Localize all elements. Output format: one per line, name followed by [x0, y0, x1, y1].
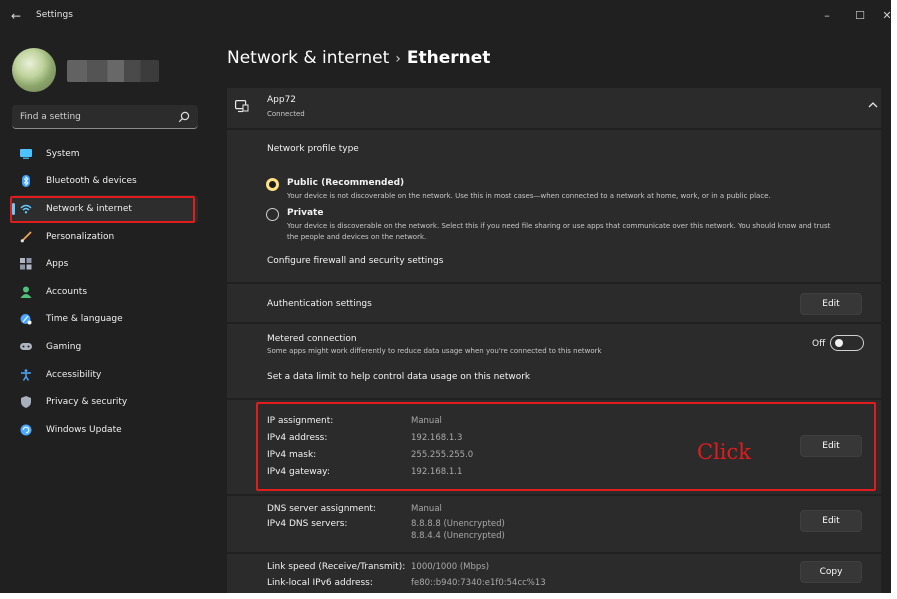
system-icon [20, 148, 32, 160]
link-local-ipv6-label: Link-local IPv6 address: [267, 578, 373, 588]
connection-status: Connected [267, 110, 305, 118]
app-title: Settings [36, 10, 73, 20]
title-bar: ← Settings – ☐ ✕ [0, 0, 891, 32]
copy-button[interactable]: Copy [800, 561, 862, 583]
private-radio-description: Your device is discoverable on the netwo… [287, 222, 831, 230]
person-icon [20, 286, 32, 298]
sidebar-item-bluetooth-devices[interactable]: Bluetooth & devices [12, 168, 198, 196]
settings-window: ← Settings – ☐ ✕ System Bluetooth & devi… [0, 0, 891, 593]
sidebar-item-label: Time & language [46, 314, 123, 325]
breadcrumb-parent[interactable]: Network & internet [227, 48, 389, 68]
public-radio-label[interactable]: Public (Recommended) [287, 178, 404, 188]
sidebar-nav: System Bluetooth & devices Network & int… [12, 140, 198, 444]
sidebar-item-label: System [46, 148, 80, 159]
accessibility-icon [20, 368, 32, 381]
sidebar-item-label: Apps [46, 259, 69, 270]
link-speed-value: 1000/1000 (Mbps) [411, 562, 490, 572]
sidebar-item-time-language[interactable]: Time & language [12, 306, 198, 334]
annotation-highlight-box [256, 402, 876, 491]
sidebar-item-label: Gaming [46, 341, 82, 352]
sidebar-item-personalization[interactable]: Personalization [12, 223, 198, 251]
ethernet-icon [235, 100, 249, 113]
breadcrumb-current: Ethernet [406, 48, 491, 68]
update-icon [20, 424, 32, 436]
private-radio[interactable] [266, 208, 279, 221]
connection-header[interactable] [227, 88, 881, 128]
public-radio[interactable] [266, 178, 279, 191]
dns-server-primary: 8.8.8.8 (Unencrypted) [411, 519, 505, 529]
minimize-button[interactable]: – [812, 4, 842, 28]
shield-icon [20, 396, 32, 409]
brush-icon [20, 230, 32, 243]
avatar[interactable] [12, 48, 56, 92]
auth-edit-button[interactable]: Edit [800, 293, 862, 315]
search-box[interactable] [12, 105, 198, 129]
authentication-label: Authentication settings [267, 299, 372, 309]
breadcrumb-separator: › [395, 51, 401, 67]
connection-name: App72 [267, 95, 297, 105]
sidebar-item-privacy-security[interactable]: Privacy & security [12, 388, 198, 416]
dns-server-secondary: 8.8.4.4 (Unencrypted) [411, 531, 505, 541]
metered-toggle[interactable] [830, 335, 864, 351]
click-annotation: Click [697, 440, 751, 464]
chevron-up-icon[interactable] [868, 101, 878, 109]
link-speed-label: Link speed (Receive/Transmit): [267, 562, 406, 572]
sidebar-item-system[interactable]: System [12, 140, 198, 168]
page-title: Network & internet › Ethernet [227, 48, 490, 68]
toggle-knob [835, 339, 843, 347]
sidebar-item-accessibility[interactable]: Accessibility [12, 361, 198, 389]
sidebar-item-label: Accessibility [46, 369, 102, 380]
firewall-settings-link[interactable]: Configure firewall and security settings [267, 256, 443, 266]
metered-connection-description: Some apps might work differently to redu… [267, 347, 602, 355]
maximize-button[interactable]: ☐ [845, 4, 875, 28]
sidebar-item-label: Accounts [46, 286, 88, 297]
dns-assignment-value: Manual [411, 504, 442, 514]
link-local-ipv6-value: fe80::b940:7340:e1f0:54cc%13 [411, 578, 546, 588]
globe-clock-icon [20, 313, 32, 325]
network-profile-heading: Network profile type [267, 144, 359, 154]
metered-connection-label: Metered connection [267, 334, 357, 344]
private-radio-description-continued: the people and devices on the network. [287, 233, 427, 241]
bluetooth-icon [20, 175, 32, 188]
metered-toggle-state: Off [812, 339, 826, 349]
close-button[interactable]: ✕ [872, 4, 891, 28]
sidebar-item-apps[interactable]: Apps [12, 250, 198, 278]
sidebar-item-windows-update[interactable]: Windows Update [12, 416, 198, 444]
selection-highlight-box [10, 196, 195, 223]
public-radio-description: Your device is not discoverable on the n… [287, 192, 771, 200]
ipv4-dns-servers-label: IPv4 DNS servers: [267, 519, 348, 529]
back-button[interactable]: ← [6, 6, 26, 26]
sidebar-item-label: Personalization [46, 231, 115, 242]
sidebar-item-label: Bluetooth & devices [46, 176, 137, 187]
sidebar-item-label: Privacy & security [46, 397, 128, 408]
search-input[interactable] [20, 109, 170, 125]
sidebar-item-accounts[interactable]: Accounts [12, 278, 198, 306]
gamepad-icon [20, 341, 32, 353]
sidebar-item-gaming[interactable]: Gaming [12, 333, 198, 361]
dns-edit-button[interactable]: Edit [800, 510, 862, 532]
sidebar-item-label: Windows Update [46, 424, 122, 435]
account-name-redacted [67, 60, 159, 82]
private-radio-label[interactable]: Private [287, 208, 323, 218]
dns-assignment-label: DNS server assignment: [267, 504, 376, 514]
data-limit-link[interactable]: Set a data limit to help control data us… [267, 372, 530, 382]
apps-icon [20, 258, 32, 270]
search-icon[interactable] [178, 111, 190, 123]
